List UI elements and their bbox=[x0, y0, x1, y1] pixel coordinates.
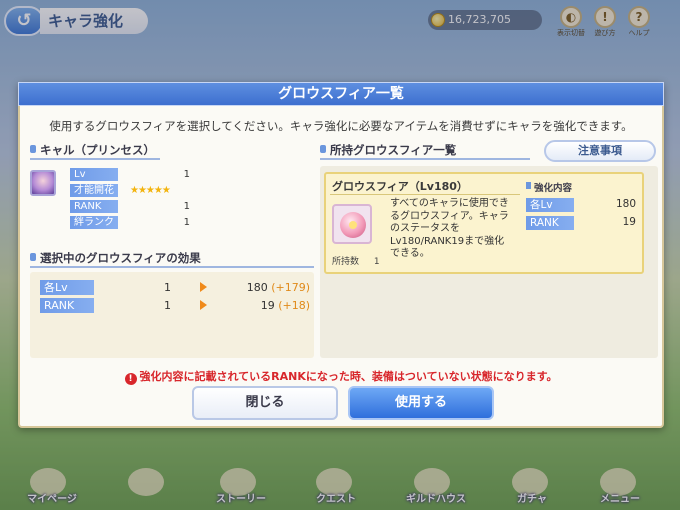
rank-warning: ! 強化内容に記載されているRANKになった時、装備はついていない状態になります。 bbox=[28, 368, 654, 385]
card-stat-label: RANK bbox=[526, 216, 574, 230]
dialog-title: グロウスフィア一覧 bbox=[18, 82, 664, 106]
char-stat-label: RANK bbox=[70, 200, 118, 213]
effect-label: RANK bbox=[40, 298, 94, 313]
effect-to-value: 180 bbox=[246, 281, 268, 294]
effect-row-lv: 各Lv 1 180 (+179) bbox=[40, 280, 310, 295]
use-button[interactable]: 使用する bbox=[348, 386, 494, 420]
char-stat-value: 1 bbox=[183, 169, 190, 180]
char-stat-label: 才能開花 bbox=[70, 184, 118, 197]
owned-value: 1 bbox=[373, 257, 380, 267]
notes-button[interactable]: 注意事項 bbox=[544, 140, 656, 162]
close-button[interactable]: 閉じる bbox=[192, 386, 338, 420]
warning-text: 強化内容に記載されているRANKになった時、装備はついていない状態になります。 bbox=[139, 370, 558, 383]
card-stat-lv: 各Lv 180 bbox=[526, 198, 636, 212]
divider bbox=[330, 194, 520, 195]
char-stat-value: 1 bbox=[183, 201, 190, 212]
sphere-ball bbox=[340, 212, 366, 238]
owned-section-title: 所持グロウスフィア一覧 bbox=[320, 142, 530, 160]
effect-from: 1 bbox=[164, 299, 171, 312]
effect-label: 各Lv bbox=[40, 280, 94, 295]
character-name: キャル（プリンセス） bbox=[30, 142, 160, 160]
effect-box: 各Lv 1 180 (+179) RANK 1 19 (+18) bbox=[30, 272, 314, 358]
arrow-right-icon bbox=[200, 300, 207, 310]
char-stat-value: 1 bbox=[183, 217, 190, 228]
char-stat-talent: 才能開花 ★★★★★ bbox=[70, 184, 190, 197]
item-description: すべてのキャラに使用できるグロウスフィア。キャラのステータスをLv180/RAN… bbox=[390, 198, 509, 259]
char-stat-lv: Lv 1 bbox=[70, 168, 190, 181]
effect-to: 19 (+18) bbox=[261, 299, 310, 312]
item-name: グロウスフィア（Lv180） bbox=[332, 180, 468, 193]
growth-sphere-card[interactable]: グロウスフィア（Lv180） 所持数 1 すべてのキャラに使用できるグロウスフィ… bbox=[324, 172, 644, 274]
card-stat-rank: RANK 19 bbox=[526, 216, 636, 230]
char-stat-label: Lv bbox=[70, 168, 118, 181]
dialog-description: 使用するグロウスフィアを選択してください。キャラ強化に必要なアイテムを消費せずに… bbox=[49, 119, 633, 133]
effect-to-value: 19 bbox=[260, 299, 275, 312]
effect-section-title: 選択中のグロウスフィアの効果 bbox=[30, 250, 314, 268]
card-stat-label: 各Lv bbox=[526, 198, 574, 212]
effect-row-rank: RANK 1 19 (+18) bbox=[40, 298, 310, 313]
character-portrait bbox=[30, 170, 56, 196]
owned-label: 所持数 bbox=[332, 257, 360, 267]
effect-content-title: 強化内容 bbox=[526, 180, 572, 194]
char-stat-rank: RANK 1 bbox=[70, 200, 190, 213]
growth-sphere-icon bbox=[332, 204, 372, 244]
effect-plus: (+179) bbox=[271, 281, 310, 294]
effect-from: 1 bbox=[164, 281, 171, 294]
owned-count: 所持数 1 bbox=[332, 254, 380, 267]
effect-plus: (+18) bbox=[278, 299, 310, 312]
card-stat-value: 19 bbox=[622, 216, 636, 228]
arrow-right-icon bbox=[200, 282, 207, 292]
growth-sphere-dialog: グロウスフィア一覧 使用するグロウスフィアを選択してください。キャラ強化に必要な… bbox=[18, 82, 664, 428]
char-stat-bond: 絆ランク 1 bbox=[70, 216, 190, 229]
star-rating: ★★★★★ bbox=[130, 185, 171, 196]
char-stat-label: 絆ランク bbox=[70, 216, 118, 229]
exclamation-icon: ! bbox=[124, 373, 137, 385]
effect-to: 180 (+179) bbox=[247, 281, 310, 294]
card-stat-value: 180 bbox=[615, 198, 636, 210]
